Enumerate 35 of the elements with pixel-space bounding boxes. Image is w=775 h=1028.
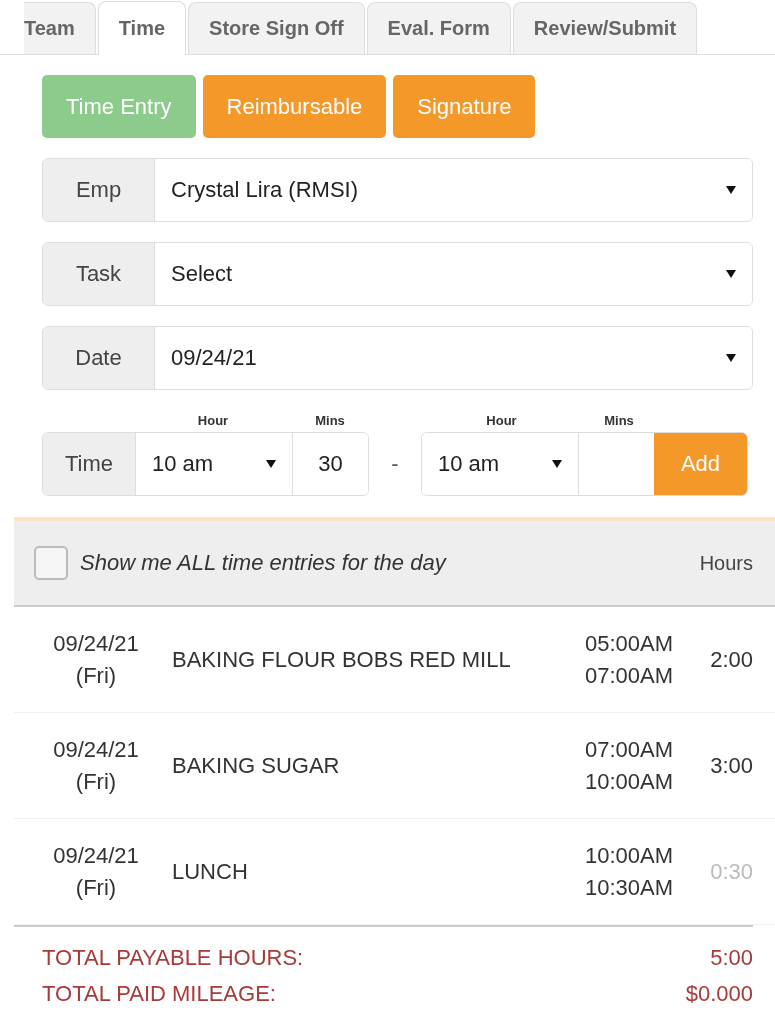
tab[interactable]: Time — [97, 1, 187, 55]
entry-day: (Fri) — [75, 662, 117, 689]
start-time: 10:00AM — [584, 842, 673, 869]
entry-day: (Fri) — [75, 874, 117, 901]
entry-date: 09/24/21 — [53, 736, 139, 763]
mins-label: Mins — [314, 413, 346, 428]
entry-date: 09/24/21 — [53, 630, 139, 657]
tab[interactable]: Eval. Form — [366, 2, 511, 54]
entry-task: BAKING SUGAR — [171, 752, 341, 779]
entry-day: (Fri) — [75, 768, 117, 795]
start-time: 05:00AM — [584, 630, 673, 657]
entry-date: 09/24/21 — [53, 842, 139, 869]
entry-hours: 2:00 — [709, 646, 753, 673]
end-time: 10:00AM — [584, 768, 673, 795]
entry-hours: 0:30 — [709, 858, 753, 885]
entry-task: BAKING FLOUR BOBS RED MILL — [171, 646, 512, 673]
hours-heading: Hours — [699, 551, 753, 575]
checkbox[interactable] — [34, 546, 68, 580]
mins-label: Mins — [603, 413, 635, 428]
end-time: 07:00AM — [584, 662, 673, 689]
checkbox-label: Show me ALL time entries for the day — [80, 550, 448, 576]
total-value: 5:00 — [710, 945, 753, 971]
tab[interactable]: Store Sign Off — [188, 2, 365, 54]
start-time: 07:00AM — [584, 736, 673, 763]
total-label: TOTAL PAYABLE HOURS: — [42, 945, 304, 971]
hour-label: Hour — [485, 413, 518, 428]
entry-hours: 3:00 — [709, 752, 753, 779]
total-value: $0.000 — [685, 981, 753, 1007]
entry-task: LUNCH — [171, 858, 249, 885]
tab[interactable]: Team — [24, 2, 96, 54]
tab[interactable]: Review/Submit — [512, 2, 698, 54]
separator: - — [390, 450, 400, 478]
total-label: TOTAL PAID MILEAGE: — [42, 981, 276, 1007]
hour-label: Hour — [196, 413, 230, 428]
end-time: 10:30AM — [584, 874, 673, 901]
